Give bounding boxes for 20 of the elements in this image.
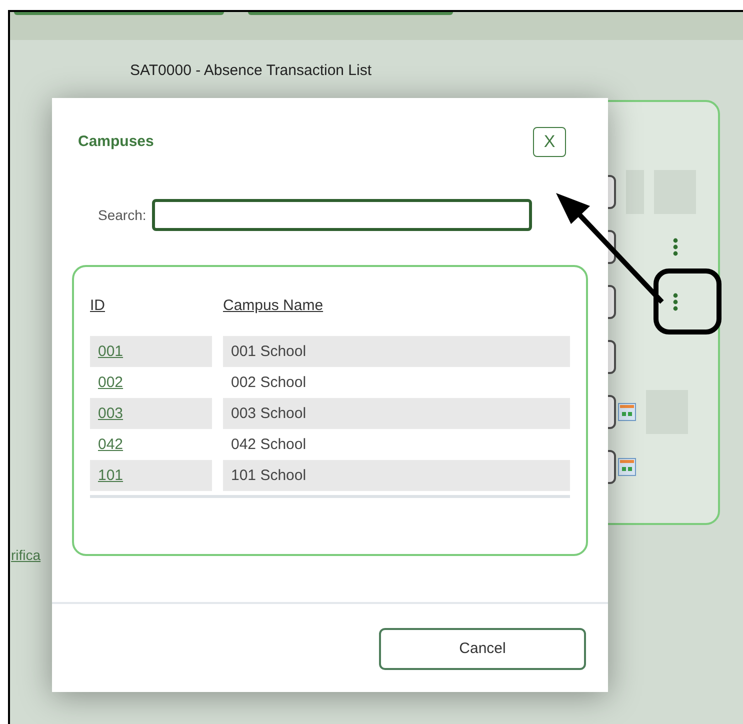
cancel-button[interactable]: Cancel xyxy=(379,628,586,670)
kebab-icon[interactable] xyxy=(672,293,678,311)
dialog-title: Campuses xyxy=(78,132,154,152)
table-cell: 001 School xyxy=(223,336,570,366)
column-header[interactable]: ID xyxy=(90,295,223,318)
calendar-icon[interactable] xyxy=(618,458,636,476)
search-label: Search: xyxy=(98,206,146,224)
table-cell: 003 School xyxy=(223,398,570,428)
calendar-icon[interactable] xyxy=(618,403,636,421)
close-button[interactable]: X xyxy=(533,127,566,157)
table-cell: 101 School xyxy=(223,460,570,490)
page-title: SAT0000 - Absence Transaction List xyxy=(130,61,373,81)
kebab-icon[interactable] xyxy=(672,238,678,256)
search-field[interactable] xyxy=(152,199,532,231)
campus-id-link[interactable]: 101 xyxy=(90,460,212,490)
empty-cell xyxy=(626,170,644,214)
campus-id-link[interactable]: 001 xyxy=(90,336,212,366)
link[interactable]: rifica xyxy=(11,545,41,566)
campus-id-link[interactable]: 003 xyxy=(90,398,212,428)
column-header[interactable]: Campus Name xyxy=(223,295,324,318)
